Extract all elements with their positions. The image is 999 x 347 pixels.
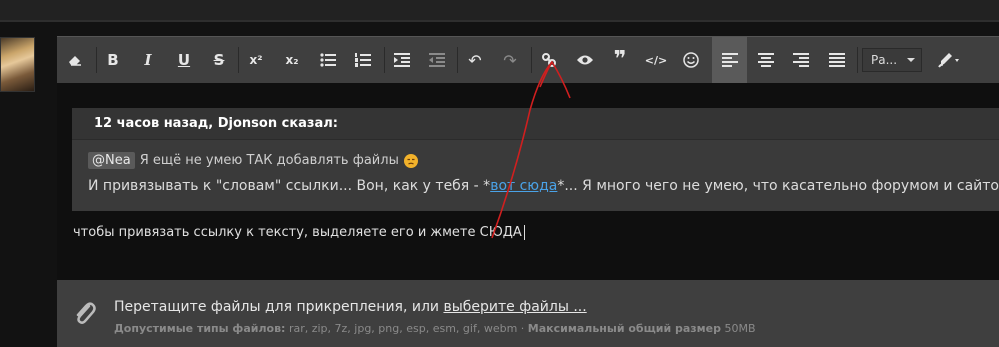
- quote-text-1: Я ещё не умею ТАК добавлять файлы: [139, 153, 399, 168]
- limits-separator: ·: [517, 322, 528, 335]
- mention-tag[interactable]: @Nea: [88, 152, 135, 169]
- attach-main-text: Перетащите файлы для прикрепления, или: [114, 299, 444, 315]
- text-cursor: [523, 225, 525, 240]
- italic-icon[interactable]: I: [133, 45, 163, 75]
- chevron-down-icon: [907, 58, 915, 62]
- quote-header: 12 часов назад, Djonson сказал:: [72, 108, 999, 140]
- numbered-list-icon[interactable]: [348, 45, 378, 75]
- unamused-emoji-icon: [403, 153, 418, 168]
- indent-icon[interactable]: [387, 45, 417, 75]
- font-select[interactable]: Ра...: [862, 48, 922, 72]
- rich-text-editor: B I U S x² x₂ ↶ ↷ ❞ </> Ра... 12 часов н…: [57, 36, 999, 347]
- size-label: Максимальный общий размер: [527, 322, 722, 335]
- align-left-icon[interactable]: [712, 37, 747, 83]
- editor-content[interactable]: 12 часов назад, Djonson сказал: @Nea Я е…: [57, 83, 999, 280]
- align-justify-icon[interactable]: [822, 45, 852, 75]
- font-select-value: Ра...: [871, 53, 898, 67]
- toolbar-separator: [457, 47, 458, 73]
- types-label: Допустимые типы файлов:: [114, 322, 286, 335]
- eraser-icon[interactable]: [60, 45, 90, 75]
- preview-eye-icon[interactable]: [570, 45, 600, 75]
- outdent-icon[interactable]: [422, 45, 452, 75]
- top-bar: [0, 0, 999, 22]
- toolbar-separator: [857, 47, 858, 73]
- bulleted-list-icon[interactable]: [313, 45, 343, 75]
- attach-instructions: Перетащите файлы для прикрепления, или в…: [114, 299, 587, 315]
- toolbar-separator: [238, 47, 239, 73]
- format-painter-icon[interactable]: [931, 45, 967, 75]
- quote-link[interactable]: вот сюда: [490, 178, 557, 194]
- align-right-icon[interactable]: [786, 45, 816, 75]
- emoji-icon[interactable]: [676, 45, 706, 75]
- quote-line-1: @Nea Я ещё не умею ТАК добавлять файлы: [88, 152, 418, 169]
- attach-limits: Допустимые типы файлов: rar, zip, 7z, jp…: [114, 322, 756, 335]
- quote-line-2: И привязывать к "словам" ссылки... Вон, …: [88, 178, 999, 194]
- subscript-icon[interactable]: x₂: [277, 45, 307, 75]
- strikethrough-icon[interactable]: S: [204, 45, 234, 75]
- quote-text-2b: *... Я много чего не умею, что касательн…: [557, 178, 999, 194]
- types-value: rar, zip, 7z, jpg, png, esp, esm, gif, w…: [288, 322, 518, 335]
- code-icon[interactable]: </>: [641, 45, 671, 75]
- choose-files-link[interactable]: выберите файлы ...: [443, 299, 586, 315]
- align-center-icon[interactable]: [751, 45, 781, 75]
- quote-icon[interactable]: ❞: [605, 45, 635, 75]
- size-value: 50MB: [724, 322, 756, 335]
- quote-block: 12 часов назад, Djonson сказал: @Nea Я е…: [72, 108, 999, 211]
- redo-icon[interactable]: ↷: [495, 45, 525, 75]
- bold-icon[interactable]: B: [98, 45, 128, 75]
- toolbar-separator: [531, 47, 532, 73]
- underline-icon[interactable]: U: [169, 45, 199, 75]
- avatar[interactable]: [0, 37, 35, 92]
- undo-icon[interactable]: ↶: [460, 45, 490, 75]
- superscript-icon[interactable]: x²: [241, 45, 271, 75]
- link-icon[interactable]: [534, 45, 564, 75]
- editor-toolbar: B I U S x² x₂ ↶ ↷ ❞ </> Ра...: [57, 37, 999, 83]
- toolbar-separator: [384, 47, 385, 73]
- attachment-area[interactable]: Перетащите файлы для прикрепления, или в…: [57, 280, 999, 347]
- toolbar-separator: [96, 47, 97, 73]
- quote-text-2a: И привязывать к "словам" ссылки... Вон, …: [88, 178, 491, 194]
- message-body[interactable]: чтобы привязать ссылку к тексту, выделяе…: [73, 225, 525, 240]
- paperclip-icon: [76, 302, 96, 324]
- message-text: чтобы привязать ссылку к тексту, выделяе…: [73, 225, 522, 240]
